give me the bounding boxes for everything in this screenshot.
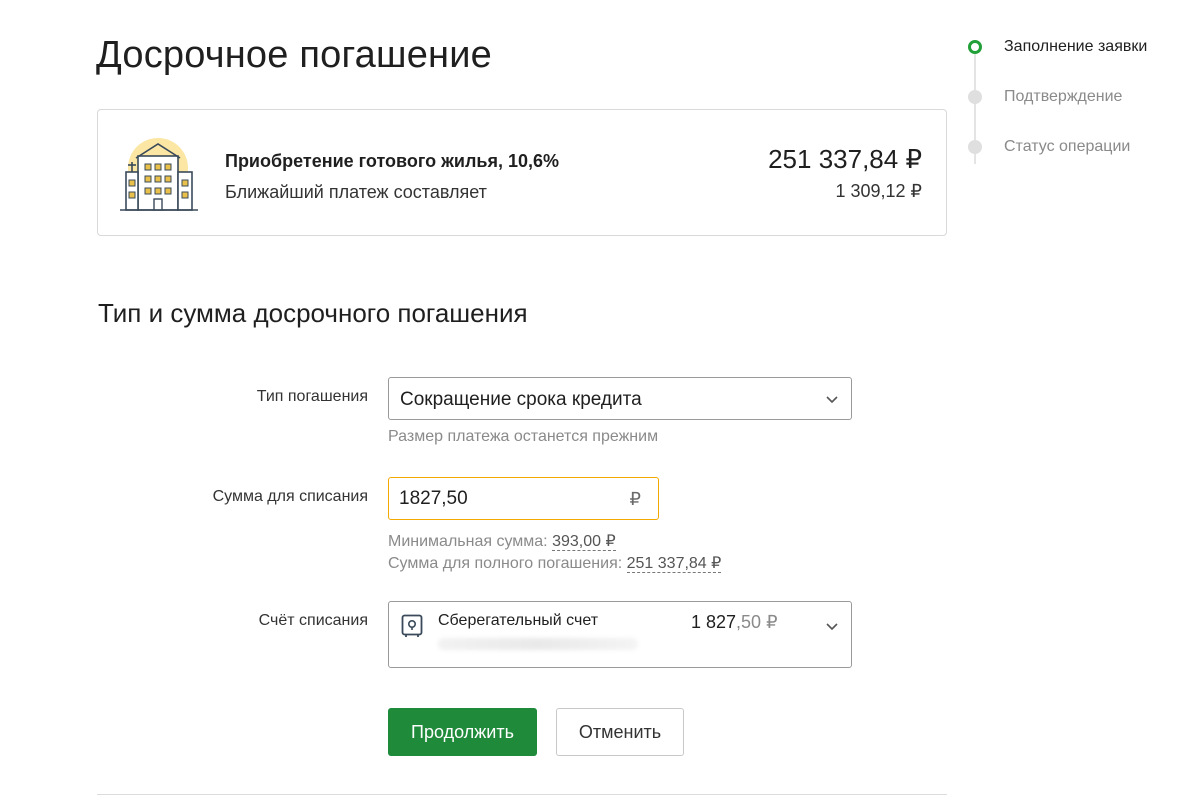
min-amount-hint: Минимальная сумма: 393,00 ₽ xyxy=(388,531,616,551)
loan-balance: 251 337,84 ₽ xyxy=(768,144,922,174)
continue-button[interactable]: Продолжить xyxy=(388,708,537,756)
repayment-type-select[interactable]: Сокращение срока кредита xyxy=(388,377,852,420)
step-label: Подтверждение xyxy=(1004,88,1123,105)
account-balance: 1 827,50 ₽ xyxy=(691,612,778,633)
safe-icon xyxy=(401,614,423,637)
next-payment-label: Ближайший платеж составляет xyxy=(225,182,487,202)
loan-card: Приобретение готового жилья, 10,6% Ближа… xyxy=(97,109,947,236)
full-amount-label: Сумма для полного погашения: xyxy=(388,555,623,572)
min-amount-link[interactable]: 393,00 ₽ xyxy=(552,533,616,551)
step-confirmation: Подтверждение xyxy=(963,84,1193,134)
step-dot-icon xyxy=(968,140,982,154)
repayment-type-label: Тип погашения xyxy=(256,388,368,405)
divider xyxy=(97,794,947,795)
cancel-button[interactable]: Отменить xyxy=(556,708,684,756)
step-label: Статус операции xyxy=(1004,138,1131,155)
account-number-blurred xyxy=(438,638,638,650)
account-name: Сберегательный счет xyxy=(438,612,599,629)
full-amount-link[interactable]: 251 337,84 ₽ xyxy=(626,555,722,573)
account-label: Счёт списания xyxy=(258,612,368,629)
amount-field[interactable]: ₽ xyxy=(388,477,659,520)
full-amount-hint: Сумма для полного погашения: 251 337,84 … xyxy=(388,553,722,573)
ruble-icon: ₽ xyxy=(629,489,641,509)
chevron-down-icon xyxy=(826,396,838,404)
account-select[interactable]: Сберегательный счет 1 827,50 ₽ xyxy=(388,601,852,668)
loan-name: Приобретение готового жилья, 10,6% xyxy=(225,151,559,171)
step-fill-application: Заполнение заявки xyxy=(963,34,1193,84)
account-balance-frac: ,50 ₽ xyxy=(736,612,778,632)
chevron-down-icon xyxy=(826,623,838,631)
step-label: Заполнение заявки xyxy=(1004,38,1148,55)
step-operation-status: Статус операции xyxy=(963,134,1193,184)
min-amount-label: Минимальная сумма: xyxy=(388,533,548,550)
progress-stepper: Заполнение заявки Подтверждение Статус о… xyxy=(963,34,1193,184)
apartment-building-icon xyxy=(120,138,198,211)
next-payment-amount: 1 309,12 ₽ xyxy=(835,181,922,201)
step-active-dot-icon xyxy=(968,40,982,54)
page-title: Досрочное погашение xyxy=(96,34,492,76)
section-title: Тип и сумма досрочного погашения xyxy=(98,298,528,328)
amount-input[interactable] xyxy=(399,486,599,512)
repayment-type-hint: Размер платежа останется прежним xyxy=(388,428,659,445)
step-dot-icon xyxy=(968,90,982,104)
amount-label: Сумма для списания xyxy=(212,488,368,505)
repayment-type-value: Сокращение срока кредита xyxy=(400,389,642,410)
account-balance-int: 1 827 xyxy=(691,612,737,632)
